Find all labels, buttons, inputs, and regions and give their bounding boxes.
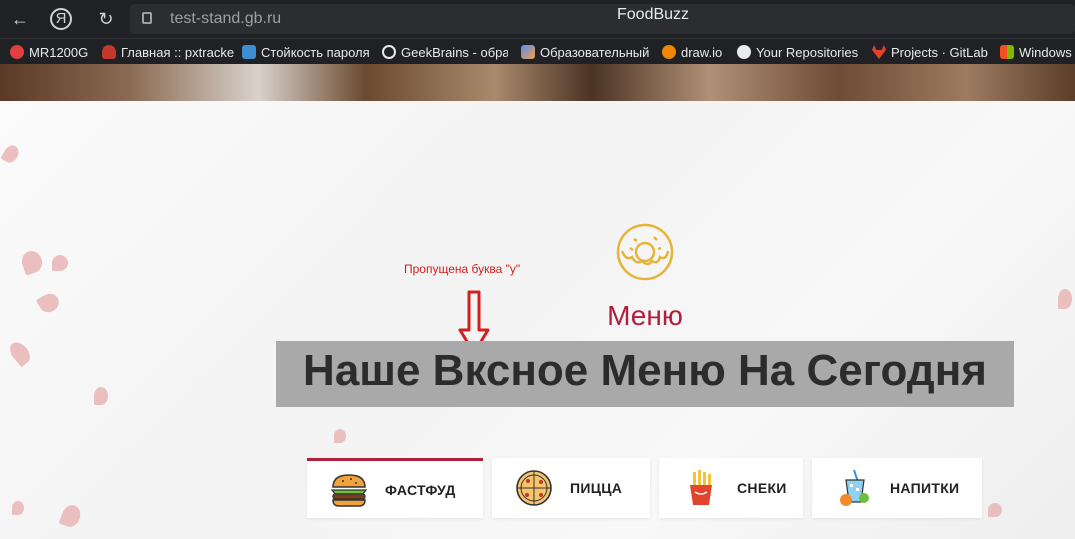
petal-decoration	[0, 142, 22, 166]
petal-decoration	[18, 248, 46, 276]
bug-icon	[102, 45, 116, 59]
donut-icon	[616, 223, 674, 281]
petal-decoration	[94, 387, 108, 405]
bookmark-label: Главная :: pxtracke	[121, 44, 235, 60]
bookmark-drawio[interactable]: draw.io	[662, 43, 722, 61]
petal-decoration	[58, 502, 84, 530]
petal-decoration	[52, 255, 68, 271]
mr-icon	[10, 45, 24, 59]
gear-icon	[382, 45, 396, 59]
tab-drinks[interactable]: НАПИТКИ	[812, 458, 982, 518]
bookmark-pxtracker[interactable]: Главная :: pxtracke	[102, 43, 234, 61]
tab-label: ФАСТФУД	[385, 481, 456, 498]
fries-icon	[690, 470, 712, 505]
tab-label: ПИЦЦА	[570, 480, 623, 496]
lock-icon	[142, 12, 152, 24]
bookmark-label: MR1200G	[29, 44, 89, 60]
tab-label: СНЕКИ	[737, 480, 787, 496]
drawio-icon	[662, 45, 676, 59]
drinks-icon	[840, 469, 869, 506]
bookmark-geekbrains[interactable]: GeekBrains - обра	[382, 43, 508, 61]
bookmark-label: Your Repositories	[756, 44, 859, 60]
bookmark-label: Образовательный	[540, 44, 649, 60]
back-icon[interactable]: ←	[8, 7, 32, 31]
bookmark-label: GeekBrains - обра	[401, 44, 508, 60]
tab-snacks[interactable]: СНЕКИ	[659, 458, 803, 518]
url-text[interactable]: test-stand.gb.ru	[170, 10, 281, 28]
bookmark-label: Windows	[1019, 44, 1072, 60]
hero-image	[0, 64, 1075, 101]
browser-toolbar: ← Я ↻ test-stand.gb.ru FoodBuzz	[0, 0, 1075, 38]
petal-decoration	[988, 503, 1002, 517]
tab-label: НАПИТКИ	[890, 480, 960, 496]
burger-icon	[330, 473, 368, 507]
windows-icon	[1000, 45, 1014, 59]
bookmark-educational[interactable]: Образовательный	[521, 43, 649, 61]
bookmarks-bar: MR1200G Главная :: pxtracke Стойкость па…	[0, 38, 1075, 64]
ip-icon	[242, 45, 256, 59]
bookmark-gitlab[interactable]: Projects · GitLab	[872, 43, 988, 61]
petal-decoration	[334, 429, 346, 443]
bookmark-windows[interactable]: Windows	[1000, 43, 1072, 61]
bookmark-label: draw.io	[681, 44, 723, 60]
tab-pizza[interactable]: ПИЦЦА	[492, 458, 650, 518]
image-icon	[521, 45, 535, 59]
tab-fastfood[interactable]: ФАСТФУД	[307, 458, 483, 518]
bookmark-label: Projects · GitLab	[891, 44, 988, 60]
petal-decoration	[6, 338, 34, 368]
section-label: Меню	[607, 300, 683, 331]
bookmark-password-strength[interactable]: Стойкость пароля	[242, 43, 370, 61]
reload-icon[interactable]: ↻	[94, 7, 118, 31]
gitlab-icon	[872, 45, 886, 59]
tab-title: FoodBuzz	[617, 6, 690, 23]
bookmark-github[interactable]: Your Repositories	[737, 43, 858, 61]
petal-decoration	[35, 290, 63, 316]
petal-decoration	[12, 501, 24, 515]
pizza-icon	[516, 470, 552, 506]
page-title: Наше Вксное Меню На Сегодня	[303, 346, 987, 395]
github-icon	[737, 45, 751, 59]
petal-decoration	[1058, 289, 1072, 309]
yandex-icon[interactable]: Я	[50, 8, 72, 30]
bookmark-label: Стойкость пароля	[261, 44, 370, 60]
annotation-note: Пропущена буква "у"	[404, 262, 521, 276]
bookmark-mr1200g[interactable]: MR1200G	[10, 43, 88, 61]
address-bar[interactable]: test-stand.gb.ru	[130, 4, 1075, 34]
